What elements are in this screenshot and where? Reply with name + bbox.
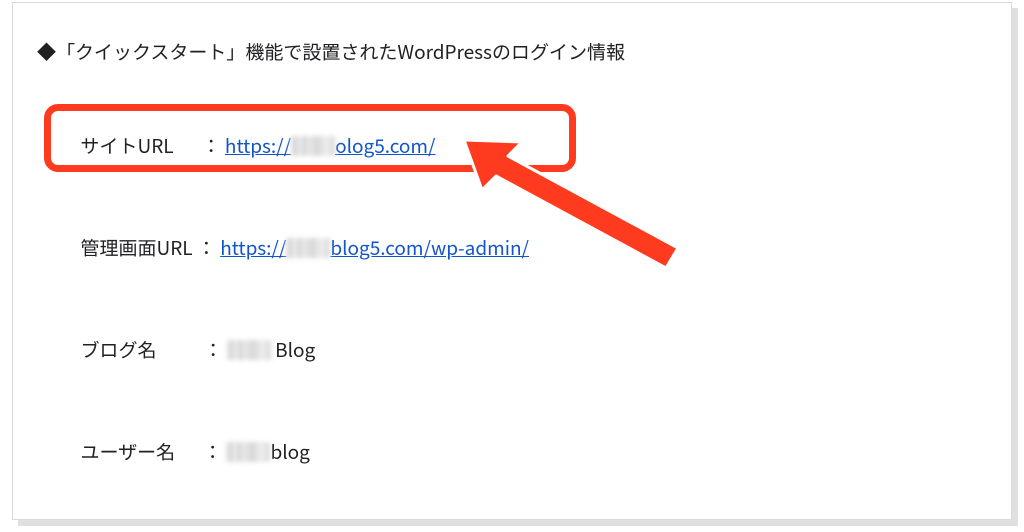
blog-name-label: ブログ名 — [81, 336, 157, 363]
admin-url-row: 管理画面URL ： https:// blog5.com/wp-admin/ — [55, 197, 987, 299]
admin-url-label: 管理画面URL — [81, 234, 193, 261]
redacted-segment — [286, 238, 330, 258]
blog-name-value: Blog — [271, 336, 315, 363]
colon: ： — [197, 234, 216, 261]
colon: ： — [204, 336, 223, 363]
password-row: パスワード： お客様が設定したパスワード — [55, 503, 987, 532]
redacted-segment — [291, 136, 335, 156]
redacted-segment — [227, 340, 271, 360]
colon: ： — [203, 438, 222, 465]
admin-url-prefix: https:// — [220, 234, 286, 261]
site-url-prefix: https:// — [225, 132, 291, 159]
admin-url-suffix: blog5.com/wp-admin/ — [330, 234, 529, 261]
site-url-label: サイトURL — [81, 132, 174, 159]
colon: ： — [202, 132, 221, 159]
user-name-label: ユーザー名 — [81, 438, 176, 465]
redacted-segment — [226, 442, 270, 462]
user-name-value: blog — [270, 438, 309, 465]
section1-heading: ◆「クイックスタート」機能で設置されたWordPressのログイン情報 — [37, 35, 987, 69]
site-url-link[interactable]: https:// olog5.com/ — [225, 132, 436, 159]
admin-url-link[interactable]: https:// blog5.com/wp-admin/ — [220, 234, 529, 261]
user-name-row: ユーザー名 ： blog — [55, 401, 987, 503]
site-url-suffix: olog5.com/ — [335, 132, 435, 159]
site-url-row: サイトURL ： https:// olog5.com/ — [55, 95, 987, 197]
blog-name-row: ブログ名 ： Blog — [55, 299, 987, 401]
login-info-rows: サイトURL ： https:// olog5.com/ 管理画面URL ： htt… — [55, 95, 987, 532]
document-frame: ◆「クイックスタート」機能で設置されたWordPressのログイン情報 サイトU… — [12, 2, 1012, 520]
